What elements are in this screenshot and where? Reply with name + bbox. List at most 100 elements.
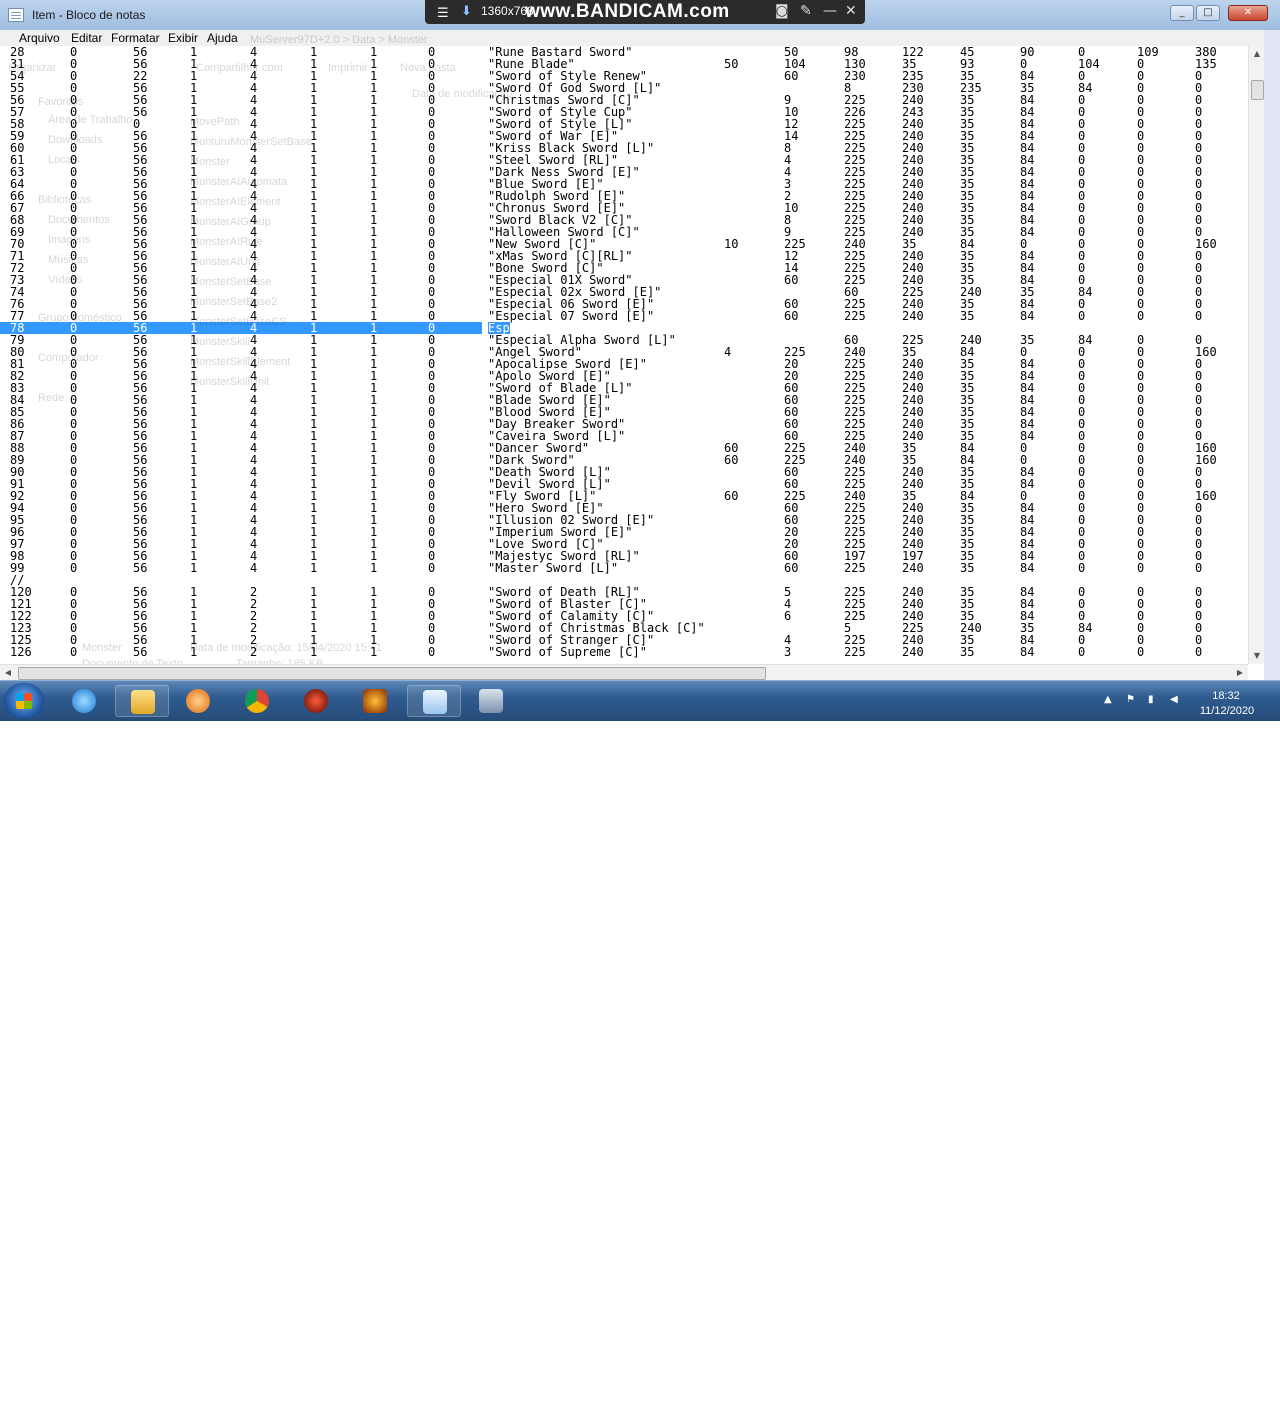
text-line[interactable]: 79 0 56 1 4 1 1 0 "Especial Alpha Sword [L]" 60 22…	[0, 334, 1248, 346]
calculator-icon[interactable]	[464, 685, 518, 717]
pin-icon[interactable]: ⬇	[461, 4, 472, 19]
clock-date[interactable]: 11/12/2020	[1196, 705, 1258, 717]
text-line[interactable]: 91 0 56 1 4 1 1 0 "Devil Sword [L]" 60 225 240 35 84 0…	[0, 478, 1248, 490]
chrome-icon[interactable]	[230, 685, 284, 717]
value-cell: 0	[1137, 561, 1145, 575]
internet-explorer-icon[interactable]	[57, 685, 111, 717]
file-explorer-icon[interactable]	[115, 685, 169, 717]
text-line[interactable]: 88 0 56 1 4 1 1 0 "Dancer Sword" 60 225 240 35 84 0 0 0 1…	[0, 442, 1248, 454]
menu-icon[interactable]: ☰	[437, 6, 449, 21]
game-launcher-icon[interactable]	[289, 685, 343, 717]
recorder-overlay: ☰ ⬇ 1360x768 www.BANDICAM.com ◙ ✎ — ✕	[425, 0, 865, 24]
window-border	[1264, 30, 1280, 684]
vertical-scrollbar[interactable]: ▲ ▼	[1248, 46, 1265, 664]
signal-icon[interactable]: ▮	[1148, 694, 1154, 705]
value-cell: 1	[370, 645, 378, 659]
value-cell: 0	[428, 645, 436, 659]
taskbar: ▲ ⚑ ▮ ◀	[0, 680, 1280, 1401]
text-line[interactable]: 98 0 56 1 4 1 1 0 "Majestyc Sword [RL]" 60 197 197 3…	[0, 550, 1248, 562]
close-button[interactable]: ✕	[1228, 5, 1268, 21]
value-cell: 60	[724, 489, 739, 503]
text-line[interactable]: 58 0 0 1 4 1 1 0 "Sword of Style [L]" 12 225 240 35 8…	[0, 118, 1248, 130]
horizontal-scroll-thumb[interactable]	[18, 667, 766, 680]
text-line[interactable]: 60 0 56 1 4 1 1 0 "Kriss Black Sword [L]" 8 225 240…	[0, 142, 1248, 154]
media-player-icon[interactable]	[171, 685, 225, 717]
pencil-icon[interactable]: ✎	[800, 3, 812, 19]
value-cell: 10	[724, 237, 739, 251]
menu-formatar[interactable]: Formatar	[111, 30, 160, 46]
value-cell: 240	[902, 561, 924, 575]
scroll-right-arrow-icon[interactable]: ▶	[1232, 665, 1248, 681]
value-cell: 35	[960, 645, 975, 659]
text-line[interactable]: 89 0 56 1 4 1 1 0 "Dark Sword" 60 225 240 35 84 0 0 0 160	[0, 454, 1248, 466]
window-title: Item - Bloco de notas	[32, 8, 146, 22]
value-cell: 225	[844, 645, 866, 659]
text-line[interactable]: 126 0 56 1 2 1 1 0 "Sword of Supreme [C]" 3 225 240…	[0, 646, 1248, 658]
value-cell: 6	[784, 609, 792, 623]
item-name-cell: "Master Sword [L]"	[488, 561, 619, 575]
network-icon[interactable]: ⚑	[1126, 694, 1135, 705]
text-line[interactable]: 87 0 56 1 4 1 1 0 "Caveira Sword [L]" 60 225 240 35 8…	[0, 430, 1248, 442]
value-cell: 35	[960, 561, 975, 575]
text-line[interactable]: 83 0 56 1 4 1 1 0 "Sword of Blade [L]" 60 225 240 35…	[0, 382, 1248, 394]
text-line[interactable]: 81 0 56 1 4 1 1 0 "Apocalipse Sword [E]" 20 225 240…	[0, 358, 1248, 370]
value-cell: 0	[1078, 645, 1086, 659]
mu-online-icon[interactable]	[348, 685, 402, 717]
value-cell: 0	[428, 561, 436, 575]
value-cell: 0	[70, 561, 78, 575]
minimize-icon[interactable]: —	[823, 3, 837, 19]
maximize-button[interactable]: □	[1196, 5, 1220, 21]
text-line[interactable]: 69 0 56 1 4 1 1 0 "Halloween Sword [C]" 9 225 240 35…	[0, 226, 1248, 238]
value-cell: 1	[310, 561, 318, 575]
item-name-cell: "Sword of Supreme [C]"	[488, 645, 647, 659]
value-cell: 4	[724, 345, 732, 359]
text-line[interactable]: 99 0 56 1 4 1 1 0 "Master Sword [L]" 60 225 240 35 84…	[0, 562, 1248, 574]
value-cell: 3	[784, 645, 792, 659]
value-cell: 60	[784, 561, 799, 575]
scroll-down-arrow-icon[interactable]: ▼	[1249, 648, 1265, 664]
camera-icon[interactable]: ◙	[775, 3, 789, 19]
text-line[interactable]: 96 0 56 1 4 1 1 0 "Imperium Sword [E]" 20 225 240 35…	[0, 526, 1248, 538]
minimize-button[interactable]: _	[1170, 5, 1194, 21]
menu-arquivo[interactable]: Arquivo	[19, 30, 60, 46]
notepad-icon[interactable]	[407, 685, 461, 717]
value-cell: 0	[1195, 561, 1203, 575]
horizontal-scrollbar[interactable]: ◀ ▶	[0, 664, 1248, 681]
menu-editar[interactable]: Editar	[71, 30, 102, 46]
text-line[interactable]: 28 0 56 1 4 1 1 0 "Rune Bastard Sword" 50 98 122 45 9…	[0, 46, 1248, 58]
volume-icon[interactable]: ◀	[1170, 694, 1178, 705]
value-cell: 84	[1020, 561, 1035, 575]
menu-bar: Arquivo Editar Formatar Exibir Ajuda	[0, 30, 1280, 46]
vertical-scroll-thumb[interactable]	[1251, 80, 1264, 100]
text-line[interactable]: 71 0 56 1 4 1 1 0 "xMas Sword [C][RL]" 12 225 240 35…	[0, 250, 1248, 262]
value-cell: 2	[250, 645, 258, 659]
value-cell: 0	[1195, 645, 1203, 659]
text-line[interactable]: 92 0 56 1 4 1 1 0 "Fly Sword [L]" 60 225 240 35 84 0 0 0…	[0, 490, 1248, 502]
show-hidden-icons[interactable]: ▲	[1104, 694, 1112, 705]
text-line[interactable]: 84 0 56 1 4 1 1 0 "Blade Sword [E]" 60 225 240 35 84 0…	[0, 394, 1248, 406]
text-line[interactable]: 63 0 56 1 4 1 1 0 "Dark Ness Sword [E]" 4 225 240 35…	[0, 166, 1248, 178]
start-button[interactable]	[4, 683, 44, 719]
text-editor[interactable]: 28 0 56 1 4 1 1 0 "Rune Bastard Sword" 50 98 122 45 9…	[0, 46, 1248, 664]
clock-time[interactable]: 18:32	[1202, 690, 1250, 702]
value-cell: 56	[133, 645, 148, 659]
scroll-left-arrow-icon[interactable]: ◀	[0, 665, 16, 681]
value-cell: 225	[844, 561, 866, 575]
value-cell: 0	[1137, 645, 1145, 659]
value-cell: 4	[250, 561, 258, 575]
value-cell: 60	[784, 69, 799, 83]
value-cell: 60	[784, 321, 799, 335]
menu-exibir[interactable]: Exibir	[168, 30, 198, 46]
scroll-up-arrow-icon[interactable]: ▲	[1249, 46, 1265, 62]
value-cell: 0	[70, 645, 78, 659]
menu-ajuda[interactable]: Ajuda	[207, 30, 238, 46]
value-cell: 60	[724, 453, 739, 467]
value-cell: 126	[10, 645, 32, 659]
value-cell: 240	[902, 645, 924, 659]
show-desktop-button[interactable]	[1266, 1361, 1280, 1401]
text-line[interactable]: 90 0 56 1 4 1 1 0 "Death Sword [L]" 60 225 240 35 84 0…	[0, 466, 1248, 478]
close-icon[interactable]: ✕	[845, 3, 857, 19]
notepad-app-icon	[8, 8, 24, 22]
value-cell: 1	[190, 645, 198, 659]
value-cell: 60	[784, 273, 799, 287]
